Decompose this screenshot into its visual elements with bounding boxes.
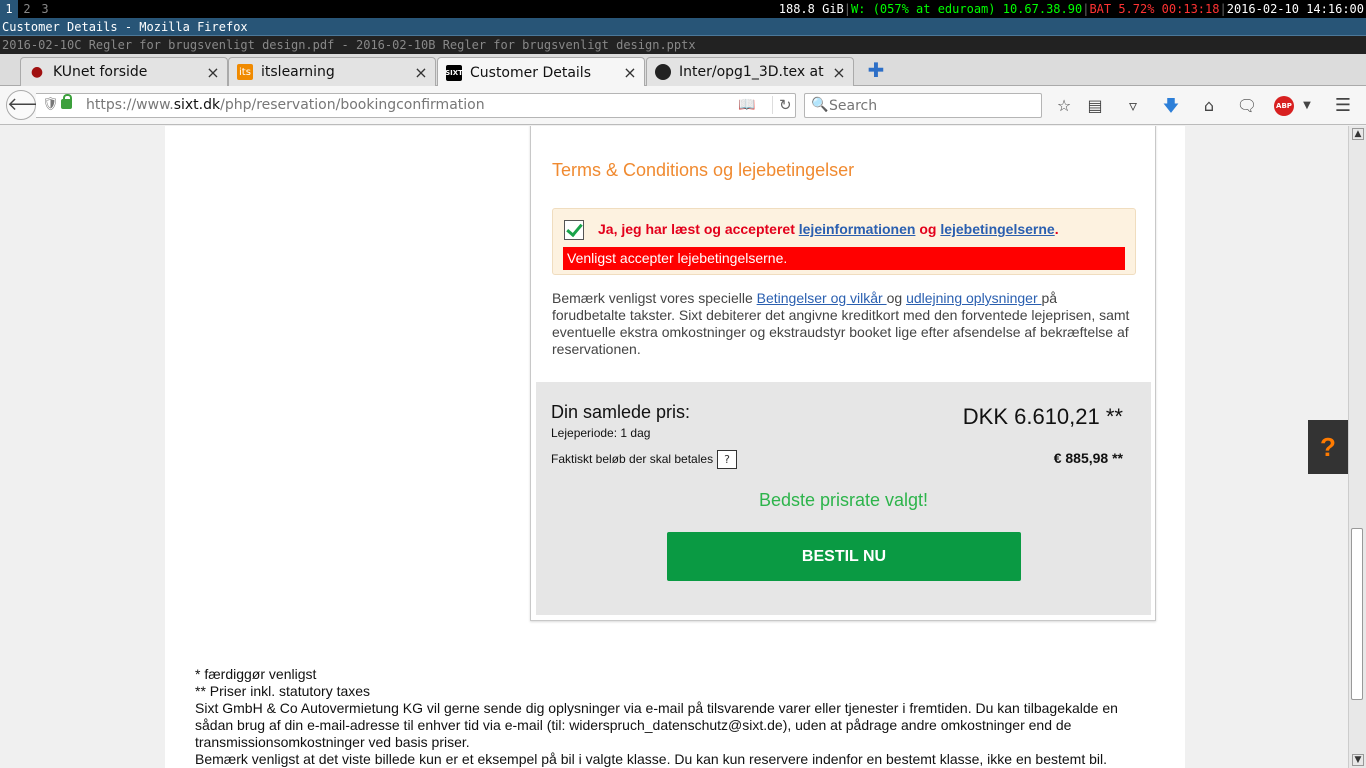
- wifi-status: W: (057% at eduroam) 10.67.38.90: [851, 2, 1083, 16]
- url-host: sixt.dk: [173, 97, 221, 113]
- agree-text-after: .: [1054, 221, 1059, 237]
- tab-label: itslearning: [261, 64, 335, 80]
- tab-label: Inter/opg1_3D.tex at ...: [679, 64, 829, 80]
- url-path: /php/reservation/bookingconfirmation: [220, 97, 485, 113]
- conditions-link[interactable]: Betingelser og vilkår: [757, 290, 887, 306]
- home-icon[interactable]: ⌂: [1198, 95, 1220, 117]
- accept-terms-checkbox[interactable]: [564, 220, 584, 240]
- rental-period: Lejeperiode: 1 dag: [551, 426, 651, 440]
- window-title: Customer Details - Mozilla Firefox: [0, 18, 1366, 36]
- rental-information-link[interactable]: udlejning oplysninger: [906, 290, 1041, 306]
- tab-customer-details[interactable]: SIXT Customer Details ×: [437, 57, 645, 87]
- search-box[interactable]: 🔍: [804, 93, 1042, 118]
- reading-list-icon[interactable]: ▤: [1084, 95, 1106, 117]
- workspace-1[interactable]: 1: [0, 0, 18, 18]
- tab-github[interactable]: Inter/opg1_3D.tex at ... ×: [646, 57, 854, 86]
- help-widget-button[interactable]: ?: [1308, 420, 1348, 474]
- help-icon[interactable]: ?: [717, 450, 737, 469]
- page-viewport: Terms & Conditions og lejebetingelser Ja…: [0, 126, 1348, 768]
- battery-status: BAT 5.72% 00:13:18: [1089, 2, 1220, 16]
- navigation-bar: 🡐 🛡 https://www.sixt.dk/php/reservation/…: [0, 86, 1366, 125]
- tab-label: Customer Details: [470, 64, 591, 81]
- reader-view-icon[interactable]: 📖: [738, 97, 755, 113]
- total-price-value: DKK 6.610,21 **: [962, 404, 1123, 429]
- close-tab-icon[interactable]: ×: [620, 63, 640, 82]
- datetime-status: 2016-02-10 14:16:00: [1226, 2, 1364, 16]
- page-scrollbar[interactable]: ▲ ▼: [1348, 126, 1366, 768]
- menu-icon[interactable]: ☰: [1332, 95, 1354, 117]
- search-input[interactable]: [829, 96, 1029, 115]
- prepaid-notice: Bemærk venligst vores specielle Betingel…: [552, 290, 1132, 358]
- terms-agreement-box: Ja, jeg har læst og accepteret lejeinfor…: [552, 208, 1136, 275]
- scroll-down-icon[interactable]: ▼: [1352, 754, 1364, 766]
- agree-text-mid: og: [915, 221, 941, 237]
- pocket-icon[interactable]: ▿: [1122, 95, 1144, 117]
- workspace-list: 1 2 3: [0, 0, 54, 18]
- background-window-title[interactable]: 2016-02-10C Regler for brugsvenligt desi…: [0, 36, 1366, 54]
- notice-text: og: [886, 290, 907, 306]
- actual-amount-label: Faktiskt beløb der skal betales: [551, 452, 714, 466]
- lock-icon[interactable]: [61, 94, 72, 109]
- status-info: 188.8 GiB | W: (057% at eduroam) 10.67.3…: [779, 0, 1364, 18]
- close-tab-icon[interactable]: ×: [203, 63, 223, 82]
- footer-notes: * færdiggør venligst ** Priser inkl. sta…: [195, 666, 1145, 768]
- url-bar[interactable]: 🛡 https://www.sixt.dk/php/reservation/bo…: [36, 93, 796, 118]
- sixt-icon: SIXT: [445, 64, 463, 81]
- reload-icon[interactable]: ↻: [772, 96, 792, 114]
- back-icon[interactable]: 🡐: [6, 90, 55, 120]
- url-text[interactable]: https://www.sixt.dk/php/reservation/book…: [86, 97, 485, 113]
- downloads-icon[interactable]: 🡇: [1160, 95, 1182, 117]
- footnote: ** Priser inkl. statutory taxes: [195, 683, 371, 699]
- notice-text: Bemærk venligst vores specielle: [552, 290, 757, 306]
- url-prefix: https://www.: [86, 97, 174, 113]
- shield-icon[interactable]: 🛡: [42, 97, 59, 112]
- chevron-down-icon[interactable]: ▼: [1296, 95, 1318, 117]
- terms-heading: Terms & Conditions og lejebetingelser: [552, 160, 855, 180]
- footnote: Sixt GmbH & Co Autovermietung KG vil ger…: [195, 700, 1118, 750]
- close-tab-icon[interactable]: ×: [829, 63, 849, 82]
- rental-terms-link[interactable]: lejebetingelserne: [940, 221, 1054, 237]
- tab-label: KUnet forside: [53, 64, 148, 80]
- status-separator: |: [1219, 2, 1227, 16]
- best-rate-message: Bedste prisrate valgt!: [758, 490, 929, 510]
- close-tab-icon[interactable]: ×: [411, 63, 431, 82]
- footnote: * færdiggør venligst: [195, 666, 317, 682]
- scroll-up-icon[interactable]: ▲: [1352, 128, 1364, 140]
- actual-amount-value: € 885,98 **: [1053, 450, 1123, 466]
- chat-icon[interactable]: 🗨: [1236, 95, 1258, 117]
- accept-terms-label: Ja, jeg har læst og accepteret lejeinfor…: [598, 221, 1059, 237]
- footnote: Bemærk venligst at det viste billede kun…: [195, 751, 1108, 767]
- disk-status: 188.8 GiB: [778, 2, 844, 16]
- booking-panel: Terms & Conditions og lejebetingelser Ja…: [530, 126, 1156, 621]
- total-price-label: Din samlede pris:: [551, 402, 691, 422]
- price-summary: Din samlede pris: Lejeperiode: 1 dag DKK…: [536, 382, 1151, 615]
- workspace-2[interactable]: 2: [18, 0, 36, 18]
- rental-info-link[interactable]: lejeinformationen: [799, 221, 916, 237]
- tab-strip: ● KUnet forside × its itslearning × SIXT…: [0, 54, 1366, 87]
- search-icon: 🔍: [811, 97, 829, 113]
- scrollbar-thumb[interactable]: [1351, 528, 1363, 700]
- agree-text-before: Ja, jeg har læst og accepteret: [598, 221, 799, 237]
- status-separator: |: [1082, 2, 1090, 16]
- itslearning-icon: its: [237, 64, 253, 80]
- tab-itslearning[interactable]: its itslearning ×: [228, 57, 436, 86]
- order-now-button[interactable]: BESTIL NU: [667, 532, 1021, 581]
- adblock-icon[interactable]: ABP: [1274, 96, 1294, 116]
- tab-kunet[interactable]: ● KUnet forside ×: [20, 57, 228, 86]
- new-tab-icon[interactable]: ✚: [866, 60, 886, 80]
- workspace-3[interactable]: 3: [36, 0, 54, 18]
- github-icon: [655, 64, 671, 80]
- kunet-icon: ●: [30, 64, 44, 80]
- terms-error-message: Venligst accepter lejebetingelserne.: [563, 247, 1125, 270]
- bookmark-star-icon[interactable]: ☆: [1053, 95, 1075, 117]
- status-separator: |: [843, 2, 852, 16]
- i3-status-bar: 1 2 3 188.8 GiB | W: (057% at eduroam) 1…: [0, 0, 1366, 18]
- page-column: Terms & Conditions og lejebetingelser Ja…: [165, 126, 1185, 768]
